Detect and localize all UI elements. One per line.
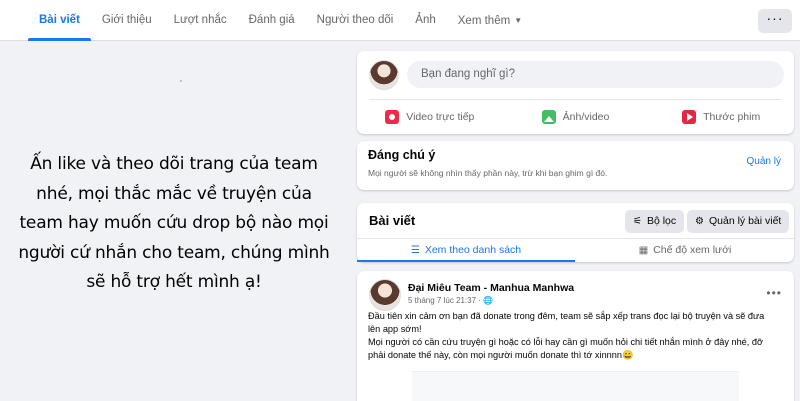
photo-icon (541, 109, 556, 124)
photo-video-button[interactable]: Ảnh/video (503, 103, 649, 130)
intro-banner-text: Ấn like và theo dõi trang của team nhé, … (0, 150, 348, 298)
post-media[interactable] (412, 371, 739, 401)
intro-line: nhé, mọi thắc mắc về truyện của (36, 183, 312, 204)
live-video-button[interactable]: Video trực tiếp (357, 103, 503, 130)
filter-button[interactable]: ⚟ Bộ lọc (625, 210, 685, 233)
reel-button[interactable]: Thước phim (648, 103, 794, 130)
avatar[interactable] (369, 279, 401, 311)
post-meta: 5 tháng 7 lúc 21:37 · 🌐 (408, 296, 493, 305)
tab-photos[interactable]: Ảnh (404, 0, 446, 41)
post-line: Đầu tiên xin cảm ơn bạn đã donate trong … (368, 311, 765, 321)
grid-icon: ▦ (638, 245, 649, 256)
divider (369, 99, 782, 100)
featured-manage-link[interactable]: Quản lý (747, 156, 781, 167)
tab-followers[interactable]: Người theo dõi (306, 0, 405, 41)
manage-posts-button[interactable]: ⚙ Quản lý bài viết (687, 210, 790, 233)
grid-view-label: Chế độ xem lưới (653, 244, 732, 256)
avatar[interactable] (369, 60, 399, 90)
tab-grid-view[interactable]: ▦ Chế độ xem lưới (576, 239, 794, 262)
tab-see-more-label: Xem thêm (457, 15, 511, 27)
tab-about[interactable]: Giới thiệu (91, 0, 163, 41)
caret-down-icon: ▼ (514, 16, 523, 25)
post-author[interactable]: Đại Miêu Team - Manhua Manhwa (408, 282, 574, 294)
gear-icon: ⚙ (695, 216, 704, 227)
page-tab-bar: Bài viết Giới thiệu Lượt nhắc Đánh giá N… (0, 0, 800, 41)
post-timestamp[interactable]: 5 tháng 7 lúc 21:37 · (408, 296, 483, 305)
manage-posts-label: Quản lý bài viết (708, 215, 782, 227)
live-video-label: Video trực tiếp (406, 110, 475, 123)
intro-line: sẽ hỗ trợ hết mình ạ! (86, 272, 262, 292)
post-body: Đầu tiên xin cảm ơn bạn đã donate trong … (368, 310, 788, 362)
post-card: Đại Miêu Team - Manhua Manhwa 5 tháng 7 … (357, 271, 794, 401)
featured-subtitle: Mọi người sẽ không nhìn thấy phần này, t… (368, 168, 608, 178)
list-view-label: Xem theo danh sách (424, 244, 522, 256)
reel-icon (682, 109, 697, 124)
posts-title: Bài viết (369, 213, 416, 228)
post-line: lên app sớm! (368, 324, 422, 334)
intro-line: Ấn like và theo dõi trang của team (30, 154, 318, 174)
photo-video-label: Ảnh/video (562, 110, 610, 123)
post-options-button[interactable]: ••• (766, 286, 782, 300)
page-tabs: Bài viết Giới thiệu Lượt nhắc Đánh giá N… (28, 0, 533, 41)
reel-label: Thước phim (703, 110, 761, 123)
post-composer: Bạn đang nghĩ gì? Video trực tiếp Ảnh/vi… (357, 51, 794, 134)
tab-reviews[interactable]: Đánh giá (238, 0, 306, 41)
featured-section: Đáng chú ý Mọi người sẽ không nhìn thấy … (357, 141, 794, 190)
post-line: phải donate thế này, còn mọi người muốn … (368, 350, 634, 360)
list-icon: ☰ (410, 245, 420, 256)
filter-label: Bộ lọc (646, 215, 677, 227)
featured-title: Đáng chú ý (368, 148, 436, 162)
globe-icon: 🌐 (483, 296, 494, 305)
intro-line: người cứ nhắn cho team, chúng mình (18, 242, 330, 263)
posts-header: Bài viết ⚟ Bộ lọc ⚙ Quản lý bài viết ☰ Xem … (357, 203, 794, 262)
filter-icon: ⚟ (633, 216, 642, 227)
decorative-dot (180, 80, 182, 82)
status-input[interactable]: Bạn đang nghĩ gì? (407, 61, 784, 88)
tab-see-more[interactable]: Xem thêm ▼ (447, 0, 533, 41)
composer-actions: Video trực tiếp Ảnh/video Thước phim (357, 103, 794, 130)
intro-line: team hay muốn cứu drop bộ nào mọi (19, 213, 329, 233)
tab-mentions[interactable]: Lượt nhắc (163, 0, 238, 41)
live-video-icon (385, 109, 400, 124)
tab-posts[interactable]: Bài viết (28, 0, 91, 41)
post-line: Mọi người có cần cứu truyện gì hoặc có l… (368, 337, 764, 347)
tab-list-view[interactable]: ☰ Xem theo danh sách (357, 239, 575, 262)
more-options-button[interactable]: ··· (758, 9, 792, 33)
